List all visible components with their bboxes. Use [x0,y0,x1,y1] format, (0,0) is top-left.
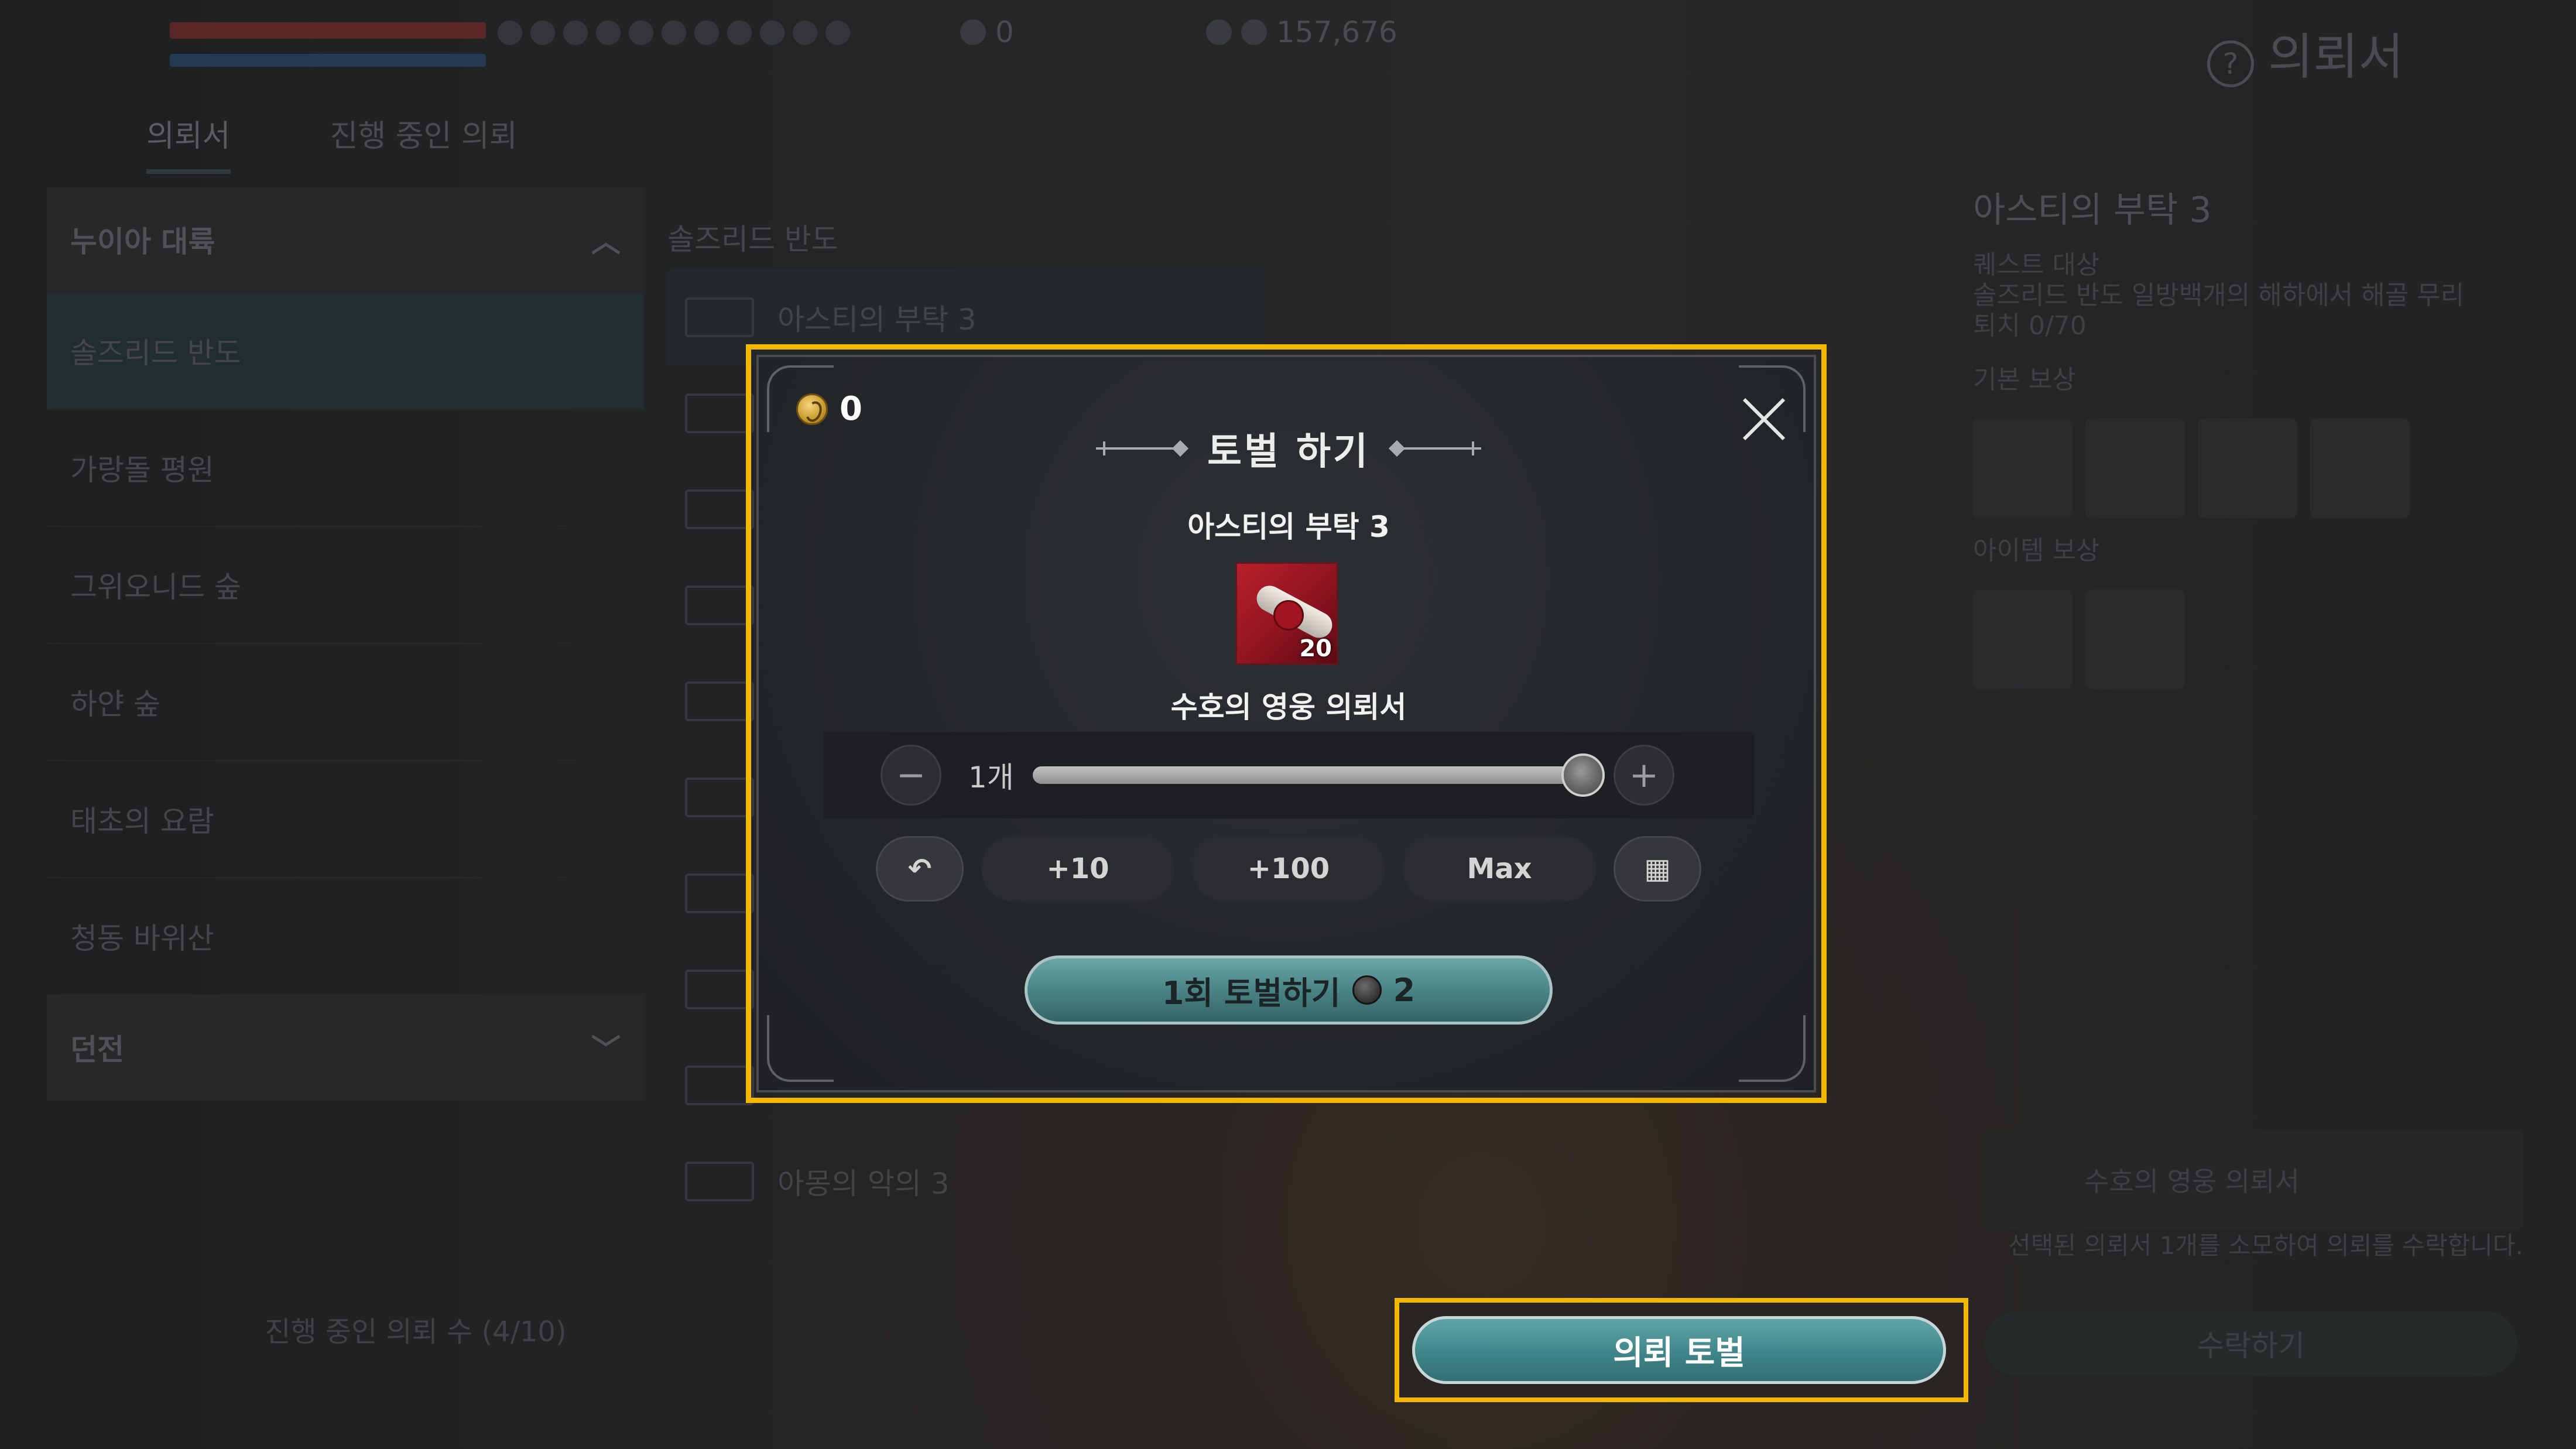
frame-ornament [767,1015,834,1082]
quick-quantity-row: ↶ +10 +100 Max ▦ [759,836,1818,902]
undo-icon: ↶ [907,852,932,885]
title-ornament [1096,441,1184,455]
quantity-label: 1개 [968,761,1014,794]
quantity-row: − 1개 + [823,732,1754,818]
plus-10-button[interactable]: +10 [981,836,1174,902]
request-scroll-icon: 20 [1235,562,1338,665]
subjugate-coin-icon [796,393,828,425]
quantity-slider[interactable] [1033,753,1605,797]
max-button[interactable]: Max [1403,836,1596,902]
reset-button[interactable]: ↶ [876,836,964,902]
subjugate-once-button[interactable]: 1회 토벌하기 2 [1025,955,1553,1025]
minus-button[interactable]: − [881,745,941,806]
item-count: 20 [1299,635,1332,662]
frame-ornament [1739,1015,1806,1082]
quest-name: 아스티의 부탁 3 [1187,510,1390,544]
plus-button[interactable]: + [1614,745,1674,806]
subjugate-coin-icon [1352,975,1382,1005]
title-ornament [1393,441,1481,455]
item-name: 수호의 영웅 의뢰서 [1170,690,1407,724]
plus-100-button[interactable]: +100 [1192,836,1385,902]
modal-title-row: 토벌 하기 [759,422,1818,475]
slider-handle[interactable] [1561,753,1605,797]
modal-title: 토벌 하기 [1207,430,1370,474]
calculator-button[interactable]: ▦ [1614,836,1701,902]
calculator-icon: ▦ [1644,852,1671,885]
subjugate-modal: 0 토벌 하기 아스티의 부탁 3 20 수호의 영웅 의뢰서 − 1개 + ↶… [756,355,1816,1092]
slider-fill [1033,766,1583,784]
